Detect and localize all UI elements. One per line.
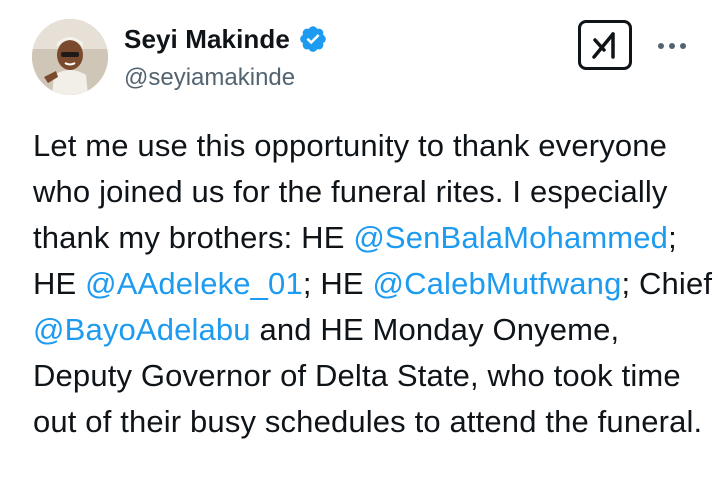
display-name[interactable]: Seyi Makinde	[124, 22, 290, 56]
mention-link[interactable]: @BayoAdelabu	[33, 312, 251, 347]
verified-badge-icon[interactable]	[298, 24, 328, 54]
mention-link[interactable]: @CalebMutfwang	[373, 266, 622, 301]
grok-button[interactable]	[578, 20, 632, 70]
tweet-text-segment: ; HE	[302, 266, 373, 301]
more-options-button[interactable]	[654, 28, 690, 64]
author-handle[interactable]: @seyiamakinde	[124, 62, 295, 94]
grok-icon	[592, 32, 615, 59]
tweet-text-segment: ; Chief	[621, 266, 713, 301]
profile-photo	[32, 19, 108, 95]
avatar[interactable]	[32, 19, 108, 95]
author-name-row: Seyi Makinde	[124, 22, 328, 56]
mention-link[interactable]: @AAdeleke_01	[85, 266, 303, 301]
more-options-icon	[658, 43, 686, 49]
tweet-text: Let me use this opportunity to thank eve…	[33, 123, 713, 445]
mention-link[interactable]: @SenBalaMohammed	[353, 220, 668, 255]
tweet-header: Seyi Makinde @seyiamakinde	[0, 0, 720, 110]
